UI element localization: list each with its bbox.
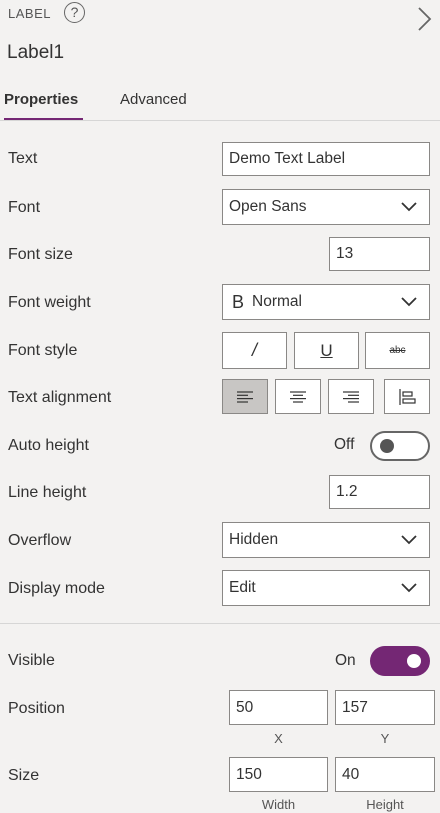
- font-size-input[interactable]: 13: [329, 237, 430, 271]
- text-input-value: Demo Text Label: [229, 150, 346, 167]
- font-size-value: 13: [336, 245, 354, 262]
- visible-toggle[interactable]: [370, 646, 430, 676]
- position-y-input[interactable]: 157: [335, 690, 435, 725]
- line-height-input[interactable]: 1.2: [329, 475, 430, 509]
- strikethrough-button[interactable]: abc: [365, 332, 430, 369]
- line-height-value: 1.2: [336, 483, 358, 500]
- text-input[interactable]: Demo Text Label: [222, 142, 430, 176]
- font-dropdown[interactable]: Open Sans: [222, 189, 430, 225]
- tab-properties[interactable]: Properties: [4, 91, 78, 108]
- display-mode-value: Edit: [229, 579, 256, 596]
- overflow-label: Overflow: [8, 532, 72, 549]
- position-y-caption: Y: [380, 731, 390, 746]
- tab-divider: [0, 120, 440, 121]
- italic-glyph: /: [251, 340, 257, 360]
- auto-height-toggle[interactable]: [370, 431, 430, 461]
- font-style-label: Font style: [8, 342, 78, 359]
- underline-glyph: U: [320, 340, 333, 360]
- help-icon[interactable]: ?: [64, 2, 85, 23]
- visible-state: On: [335, 652, 356, 669]
- visible-label: Visible: [8, 652, 55, 669]
- toggle-knob: [407, 654, 421, 668]
- align-center-icon: [290, 390, 306, 403]
- position-x-value: 50: [236, 698, 254, 716]
- size-height-caption: Height: [366, 797, 404, 812]
- size-width-caption: Width: [261, 797, 296, 812]
- align-left-button[interactable]: [222, 379, 268, 414]
- display-mode-label: Display mode: [8, 580, 105, 597]
- overflow-value: Hidden: [229, 531, 279, 548]
- auto-height-label: Auto height: [8, 437, 89, 454]
- size-width-value: 150: [236, 765, 262, 783]
- display-mode-dropdown[interactable]: Edit: [222, 570, 430, 606]
- chevron-down-icon: [401, 297, 417, 307]
- position-x-caption: X: [274, 731, 283, 746]
- chevron-down-icon: [401, 202, 417, 212]
- align-justify-button[interactable]: [384, 379, 430, 414]
- underline-button[interactable]: U: [294, 332, 359, 369]
- font-dropdown-value: Open Sans: [229, 198, 307, 215]
- size-width-input[interactable]: 150: [229, 757, 328, 792]
- chevron-down-icon: [401, 583, 417, 593]
- size-height-input[interactable]: 40: [335, 757, 435, 792]
- control-type-label: LABEL: [8, 6, 51, 21]
- align-center-button[interactable]: [275, 379, 321, 414]
- size-label: Size: [8, 767, 40, 784]
- text-alignment-label: Text alignment: [8, 389, 112, 406]
- align-justify-icon: [399, 388, 416, 405]
- tab-advanced[interactable]: Advanced: [120, 91, 187, 108]
- text-label: Text: [8, 150, 38, 167]
- control-name: Label1: [7, 42, 65, 63]
- position-y-value: 157: [342, 698, 368, 716]
- align-right-icon: [343, 390, 359, 403]
- position-label: Position: [8, 700, 65, 717]
- align-left-icon: [237, 390, 253, 403]
- position-x-input[interactable]: 50: [229, 690, 328, 725]
- line-height-label: Line height: [8, 484, 87, 501]
- font-weight-value: Normal: [252, 293, 302, 310]
- font-weight-dropdown[interactable]: B Normal: [222, 284, 430, 320]
- bold-glyph: B: [232, 291, 245, 312]
- toggle-knob: [380, 439, 394, 453]
- size-height-value: 40: [342, 765, 360, 783]
- overflow-dropdown[interactable]: Hidden: [222, 522, 430, 558]
- font-label: Font: [8, 199, 41, 216]
- chevron-down-icon: [401, 535, 417, 545]
- font-weight-label: Font weight: [8, 294, 91, 311]
- align-right-button[interactable]: [328, 379, 374, 414]
- auto-height-state: Off: [334, 436, 355, 453]
- font-size-label: Font size: [8, 246, 73, 263]
- section-divider: [0, 623, 440, 624]
- strikethrough-glyph: abc: [389, 345, 406, 356]
- chevron-right-icon[interactable]: [416, 6, 432, 32]
- italic-button[interactable]: /: [222, 332, 287, 369]
